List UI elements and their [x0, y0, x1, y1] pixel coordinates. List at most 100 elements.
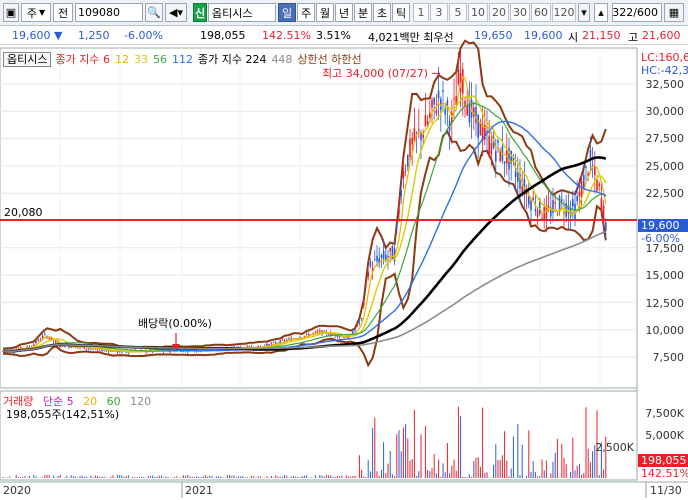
candle-body: [464, 100, 466, 106]
candle-body: [596, 179, 598, 191]
candle-body: [365, 283, 367, 286]
candle-body: [382, 250, 385, 259]
candle-body: [424, 115, 427, 127]
candle-body: [407, 154, 409, 167]
candle-body: [497, 140, 499, 143]
xaxis-label: 11/30: [650, 484, 682, 497]
candle-body: [426, 120, 429, 125]
dividend-annotation: 배당락(0.00%): [138, 317, 212, 330]
legend-ma33[interactable]: 33: [134, 53, 148, 66]
high-annotation: 최고 34,000 (07/27) →: [322, 67, 441, 80]
candle-body: [272, 342, 275, 343]
candle-body: [314, 331, 317, 333]
candle-body: [369, 261, 372, 267]
chart-legend: 옵티시스 종가 지수 6 12 33 56 112 종가 지수 224 448 …: [3, 51, 367, 67]
reference-price-label: 20,080: [4, 206, 43, 219]
candle-body: [442, 90, 444, 92]
legend-ma448[interactable]: 448: [271, 53, 292, 66]
candle-body: [534, 209, 537, 212]
yaxis-label: 25,000: [645, 160, 685, 173]
volume-yaxis-label: 5,000K: [645, 429, 684, 442]
yaxis-label: 7,500: [652, 351, 685, 364]
candle-body: [63, 346, 66, 348]
yaxis-label: 15,000: [645, 269, 685, 282]
candle-body: [409, 138, 411, 157]
candle-body: [503, 161, 506, 164]
candle-body: [495, 150, 497, 162]
candle-body: [374, 259, 376, 260]
volume-yaxis-label: 7,500K: [645, 407, 684, 420]
xaxis-label: 2020: [3, 484, 31, 497]
legend-ma12[interactable]: 12: [115, 53, 129, 66]
candle-body: [380, 254, 383, 258]
volume-stat: 198,055주(142,51%): [6, 408, 120, 421]
volume-legend-ma120[interactable]: 120: [130, 395, 151, 408]
candle-body: [488, 136, 490, 154]
pct-tag: -6.00%: [641, 232, 680, 245]
candle-body: [360, 318, 363, 319]
candle-body: [305, 333, 308, 335]
candle-body: [514, 170, 517, 177]
candle-body: [554, 202, 556, 204]
yaxis-label: 32,500: [645, 78, 685, 91]
volume-tag: 198,055: [638, 454, 688, 467]
candle-body: [356, 324, 358, 327]
candle-body: [521, 186, 523, 193]
candle-body: [418, 129, 420, 131]
candle-body: [589, 149, 592, 158]
candle-body: [85, 348, 88, 350]
candle-body: [88, 348, 90, 350]
candle-body: [44, 333, 46, 335]
candle-body: [605, 222, 607, 231]
candle-body: [389, 247, 391, 252]
candle-body: [561, 199, 563, 202]
candle-body: [396, 225, 398, 229]
volume-yaxis-label: 2,500K: [595, 441, 634, 454]
candle-body: [367, 271, 369, 277]
price-tag: 19,600: [638, 219, 688, 232]
candle-body: [585, 166, 587, 168]
candle-body: [48, 338, 50, 340]
candlesticks: [2, 51, 607, 355]
candle-body: [404, 171, 407, 173]
candle-body: [578, 192, 581, 197]
candle-body: [556, 214, 559, 215]
gridlines: [0, 48, 637, 388]
price-panel-frame: [0, 47, 638, 389]
legend-ma224[interactable]: 종가 지수 224: [198, 51, 266, 67]
candle-body: [433, 97, 435, 105]
legend-ma-label[interactable]: 종가 지수 6: [55, 51, 109, 67]
candle-body: [391, 246, 394, 260]
candle-body: [552, 199, 554, 213]
candle-body: [281, 339, 284, 341]
candle-body: [41, 336, 44, 338]
hc-tag: HC:-42,3: [641, 64, 688, 77]
candle-body: [270, 343, 273, 345]
candle-body: [431, 99, 433, 109]
candle-body: [363, 302, 365, 306]
candle-body: [400, 190, 402, 196]
candle-body: [532, 197, 534, 201]
candle-body: [528, 196, 530, 205]
candle-body: [327, 334, 330, 336]
candle-body: [490, 143, 493, 155]
yaxis-label: 30,000: [645, 105, 685, 118]
candle-body: [303, 335, 306, 337]
candle-body: [411, 137, 413, 145]
legend-stock-name[interactable]: 옵티시스: [3, 51, 52, 67]
legend-ma56[interactable]: 56: [153, 53, 167, 66]
candle-body: [52, 340, 55, 342]
legend-ma112[interactable]: 112: [172, 53, 193, 66]
yaxis-label: 12,500: [645, 297, 685, 310]
candle-body: [457, 69, 460, 85]
candle-body: [466, 105, 468, 116]
candle-body: [530, 200, 532, 211]
xaxis-label: 2021: [185, 484, 213, 497]
candle-body: [536, 210, 539, 217]
candle-body: [37, 339, 39, 341]
candle-body: [398, 207, 400, 214]
candle-body: [435, 110, 438, 114]
candle-body: [376, 255, 378, 262]
candle-body: [453, 98, 455, 100]
candle-body: [576, 195, 578, 202]
